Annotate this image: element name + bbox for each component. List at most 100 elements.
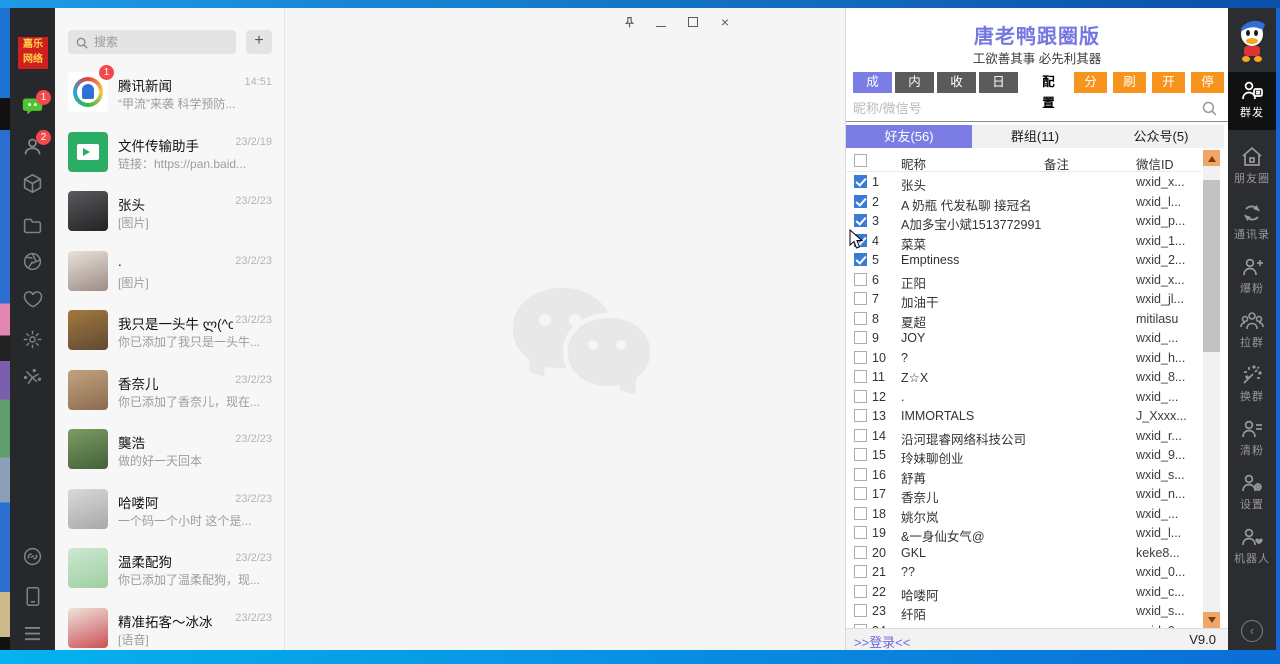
table-row[interactable]: 16 舒苒 wxid_s... <box>846 465 1202 485</box>
close-button[interactable]: × <box>717 14 733 30</box>
scrollbar[interactable] <box>1203 150 1220 628</box>
minimize-button[interactable] <box>653 14 669 30</box>
row-checkbox[interactable] <box>854 565 867 578</box>
sidebar-item-mass-send[interactable]: 群发 <box>1228 72 1276 130</box>
table-row[interactable]: 24 晴空万里 wxid_9... <box>846 621 1202 629</box>
plugin-tab-成员[interactable]: 成员 <box>853 72 892 93</box>
row-checkbox[interactable] <box>854 292 867 305</box>
sidebar-item-moments[interactable]: 朋友圈 <box>1228 138 1276 192</box>
table-row[interactable]: 20 GKL keke8... <box>846 543 1202 563</box>
plugin-tab-开始[interactable]: 开始 <box>1152 72 1185 93</box>
aperture-icon[interactable] <box>21 250 44 273</box>
plugin-tab-分组[interactable]: 分组 <box>1074 72 1107 93</box>
row-checkbox[interactable] <box>854 507 867 520</box>
collapse-chevron-icon[interactable]: ‹ <box>1241 620 1263 642</box>
row-checkbox[interactable] <box>854 526 867 539</box>
chat-list-item[interactable]: 腾讯新闻 14:51 “甲流”来袭 科学预防... 1 <box>55 62 285 122</box>
row-checkbox[interactable] <box>854 487 867 500</box>
table-row[interactable]: 15 玲妹聊创业 wxid_9... <box>846 445 1202 465</box>
plugin-tab-刷新[interactable]: 刷新 <box>1113 72 1146 93</box>
member-search-input[interactable] <box>846 96 1196 120</box>
plugin-tab-收藏[interactable]: 收藏 <box>937 72 976 93</box>
member-search[interactable] <box>846 96 1229 122</box>
table-row[interactable]: 21 ?? wxid_0... <box>846 562 1202 582</box>
add-chat-button[interactable]: + <box>246 30 272 54</box>
row-checkbox[interactable] <box>854 175 867 188</box>
chat-list-item[interactable]: 香奈儿 23/2/23 你已添加了香奈儿，现在... <box>55 360 285 420</box>
scroll-down-button[interactable] <box>1203 612 1220 628</box>
plugin-tab-日志[interactable]: 日志 <box>979 72 1018 93</box>
table-row[interactable]: 13 IMMORTALS J_Xxxx... <box>846 406 1202 426</box>
row-checkbox[interactable] <box>854 331 867 344</box>
sidebar-item-swap-group[interactable]: 换群 <box>1228 356 1276 410</box>
row-checkbox[interactable] <box>854 468 867 481</box>
flower-icon[interactable] <box>21 328 44 351</box>
sidebar-item-clean-fans[interactable]: 清粉 <box>1228 410 1276 464</box>
chat-list-item[interactable]: . 23/2/23 [图片] <box>55 241 285 301</box>
plugin-tab-停止[interactable]: 停止 <box>1191 72 1224 93</box>
chat-search[interactable] <box>68 30 236 54</box>
scroll-up-button[interactable] <box>1203 150 1220 166</box>
chat-list-item[interactable]: 我只是一头牛 ლ(^o 23/2/23 你已添加了我只是一头牛... <box>55 300 285 360</box>
login-link[interactable]: >>登录<< <box>854 632 910 651</box>
table-row[interactable]: 17 香奈儿 wxid_n... <box>846 484 1202 504</box>
row-checkbox[interactable] <box>854 390 867 403</box>
phone-icon[interactable] <box>21 585 44 608</box>
row-checkbox[interactable] <box>854 370 867 383</box>
chat-list-item[interactable]: 哈喽阿 23/2/23 一个码一个小时 这个是... <box>55 479 285 539</box>
select-all-checkbox[interactable] <box>854 154 867 167</box>
table-row[interactable]: 8 夏超 mitilasu <box>846 309 1202 329</box>
table-row[interactable]: 14 沿河琨睿网络科技公司 wxid_r... <box>846 426 1202 446</box>
cube-icon[interactable] <box>21 172 44 195</box>
link-icon[interactable] <box>21 545 44 568</box>
table-row[interactable]: 4 菜菜 wxid_1... <box>846 231 1202 251</box>
row-checkbox[interactable] <box>854 546 867 559</box>
sidebar-item-add-fans[interactable]: 爆粉 <box>1228 248 1276 302</box>
table-row[interactable]: 6 正阳 wxid_x... <box>846 270 1202 290</box>
row-checkbox[interactable] <box>854 195 867 208</box>
row-checkbox[interactable] <box>854 253 867 266</box>
table-row[interactable]: 23 纤陌 wxid_s... <box>846 601 1202 621</box>
member-type-tab[interactable]: 好友(56) <box>846 125 972 148</box>
row-checkbox[interactable] <box>854 585 867 598</box>
row-checkbox[interactable] <box>854 351 867 364</box>
video-channel-icon[interactable] <box>21 288 44 311</box>
sidebar-item-robot[interactable]: 机器人 <box>1228 518 1276 572</box>
table-row[interactable]: 11 Z☆X wxid_8... <box>846 367 1202 387</box>
table-row[interactable]: 22 哈喽阿 wxid_c... <box>846 582 1202 602</box>
table-row[interactable]: 19 &一身仙女气@ wxid_l... <box>846 523 1202 543</box>
sparkle-icon[interactable] <box>21 366 44 389</box>
folder-icon[interactable] <box>21 214 44 237</box>
maximize-button[interactable] <box>685 14 701 30</box>
row-checkbox[interactable] <box>854 429 867 442</box>
table-row[interactable]: 18 姚尔岚 wxid_... <box>846 504 1202 524</box>
chat-list-item[interactable]: 文件传输助手 23/2/19 链接：https://pan.baid... <box>55 122 285 182</box>
chat-search-input[interactable] <box>68 30 236 54</box>
table-row[interactable]: 3 A加多宝小斌15137729913 wxid_p... <box>846 211 1202 231</box>
chat-list-item[interactable]: 龑浩 23/2/23 做的好一天回本 <box>55 419 285 479</box>
member-type-tab[interactable]: 群组(11) <box>972 125 1098 148</box>
table-row[interactable]: 9 JOY wxid_... <box>846 328 1202 348</box>
row-checkbox[interactable] <box>854 604 867 617</box>
menu-icon[interactable] <box>21 622 44 645</box>
table-row[interactable]: 7 加油干 wxid_jl... <box>846 289 1202 309</box>
chat-list-item[interactable]: 精准拓客～冰冰 23/2/23 [语音] <box>55 598 285 651</box>
chat-list-item[interactable]: 张头 23/2/23 [图片] <box>55 181 285 241</box>
sidebar-item-pull-group[interactable]: 拉群 <box>1228 302 1276 356</box>
row-checkbox[interactable] <box>854 409 867 422</box>
table-row[interactable]: 2 A 奶瓶 代发私聊 接冠名 wxid_l... <box>846 192 1202 212</box>
table-row[interactable]: 12 . wxid_... <box>846 387 1202 407</box>
table-row[interactable]: 1 张头 wxid_x... <box>846 172 1202 192</box>
row-checkbox[interactable] <box>854 273 867 286</box>
row-checkbox[interactable] <box>854 214 867 227</box>
table-row[interactable]: 10 ? wxid_h... <box>846 348 1202 368</box>
table-row[interactable]: 5 Emptiness wxid_2... <box>846 250 1202 270</box>
chat-list-item[interactable]: 温柔配狗 23/2/23 你已添加了温柔配狗，现... <box>55 538 285 598</box>
sidebar-item-settings[interactable]: 设置 <box>1228 464 1276 518</box>
pin-icon[interactable] <box>621 14 637 30</box>
sidebar-item-contacts-sync[interactable]: 通讯录 <box>1228 194 1276 248</box>
row-checkbox[interactable] <box>854 312 867 325</box>
row-checkbox[interactable] <box>854 448 867 461</box>
plugin-tab-配置[interactable]: 配置 <box>1029 72 1068 93</box>
plugin-tab-内容[interactable]: 内容 <box>895 72 934 93</box>
